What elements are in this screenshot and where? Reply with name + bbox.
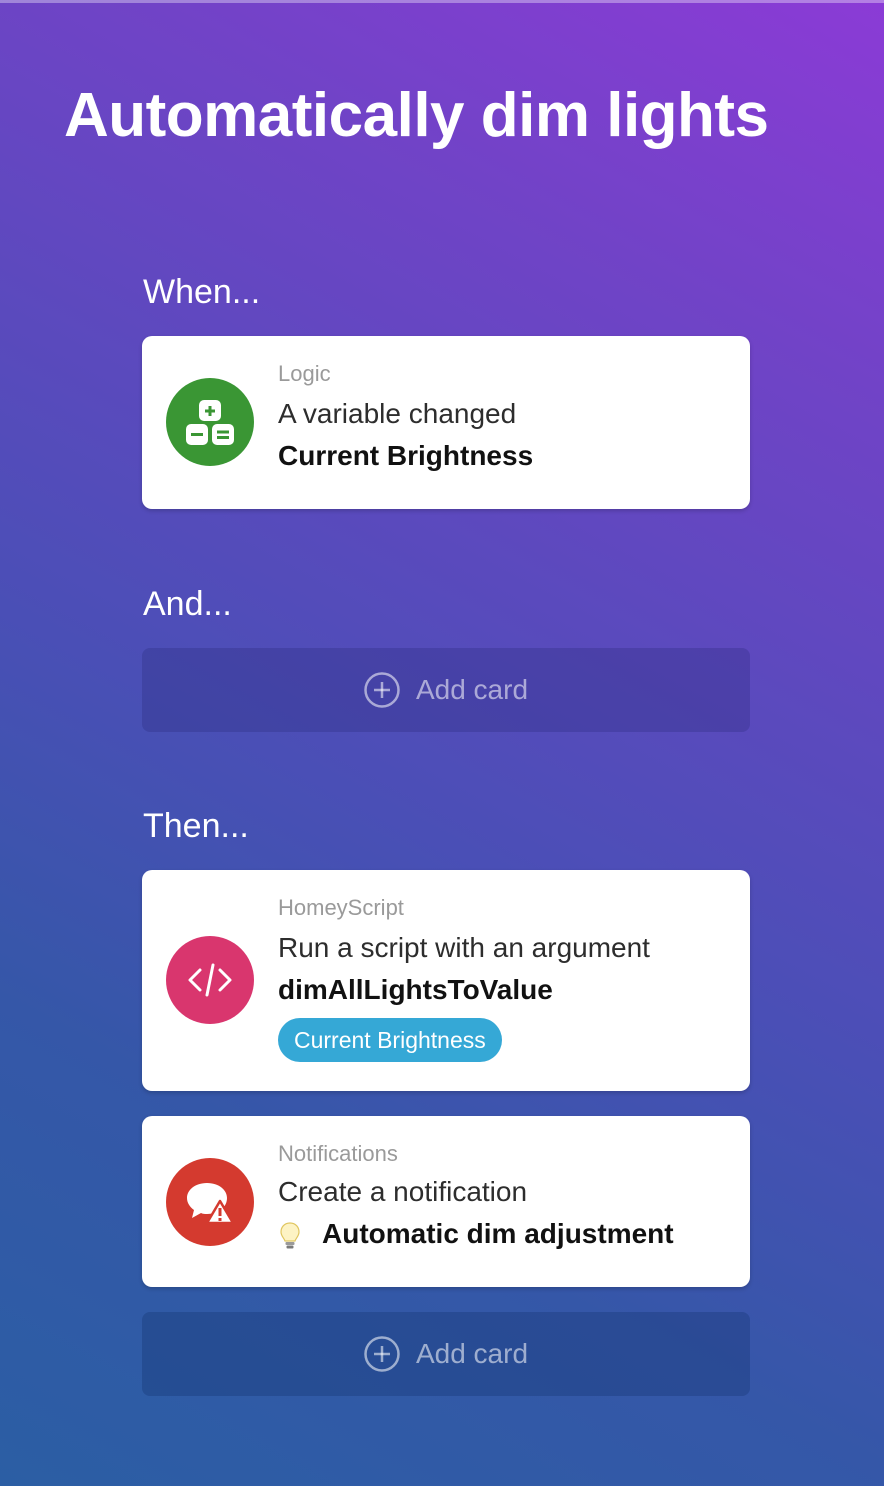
- notification-text: Automatic dim adjustment: [322, 1218, 674, 1249]
- lightbulb-icon: [280, 1222, 300, 1249]
- plus-circle-icon: [364, 1336, 400, 1372]
- flow-title[interactable]: Automatically dim lights: [64, 80, 769, 152]
- token-tag[interactable]: Current Brightness: [278, 1018, 502, 1062]
- card-category: Logic: [278, 361, 331, 386]
- card-category: HomeyScript: [278, 895, 404, 920]
- and-section-label: And...: [143, 585, 232, 623]
- and-add-card-button[interactable]: Add card: [142, 648, 750, 732]
- card-action: Run a script with an argument: [278, 932, 650, 963]
- when-section-label: When...: [143, 273, 261, 311]
- card-argument: Current Brightness: [278, 440, 534, 471]
- plus-circle-icon: [364, 672, 400, 708]
- code-icon: [166, 936, 254, 1024]
- then-notification-card[interactable]: Notifications Create a notification Auto…: [142, 1116, 750, 1287]
- card-action: Create a notification: [278, 1176, 528, 1207]
- logic-calculator-icon: [166, 378, 254, 466]
- card-action: A variable changed: [278, 398, 517, 429]
- then-section-label: Then...: [143, 807, 249, 845]
- then-script-card[interactable]: HomeyScript Run a script with an argumen…: [142, 870, 750, 1091]
- top-divider: [0, 0, 884, 3]
- card-argument: Automatic dim adjustment: [278, 1217, 674, 1251]
- card-category: Notifications: [278, 1141, 398, 1166]
- add-card-label: Add card: [415, 1338, 529, 1369]
- when-trigger-card[interactable]: Logic A variable changed Current Brightn…: [142, 336, 750, 509]
- card-argument: dimAllLightsToValue: [278, 974, 553, 1005]
- notification-warning-icon: [166, 1158, 254, 1246]
- add-card-label: Add card: [415, 674, 529, 705]
- then-add-card-button[interactable]: Add card: [142, 1312, 750, 1396]
